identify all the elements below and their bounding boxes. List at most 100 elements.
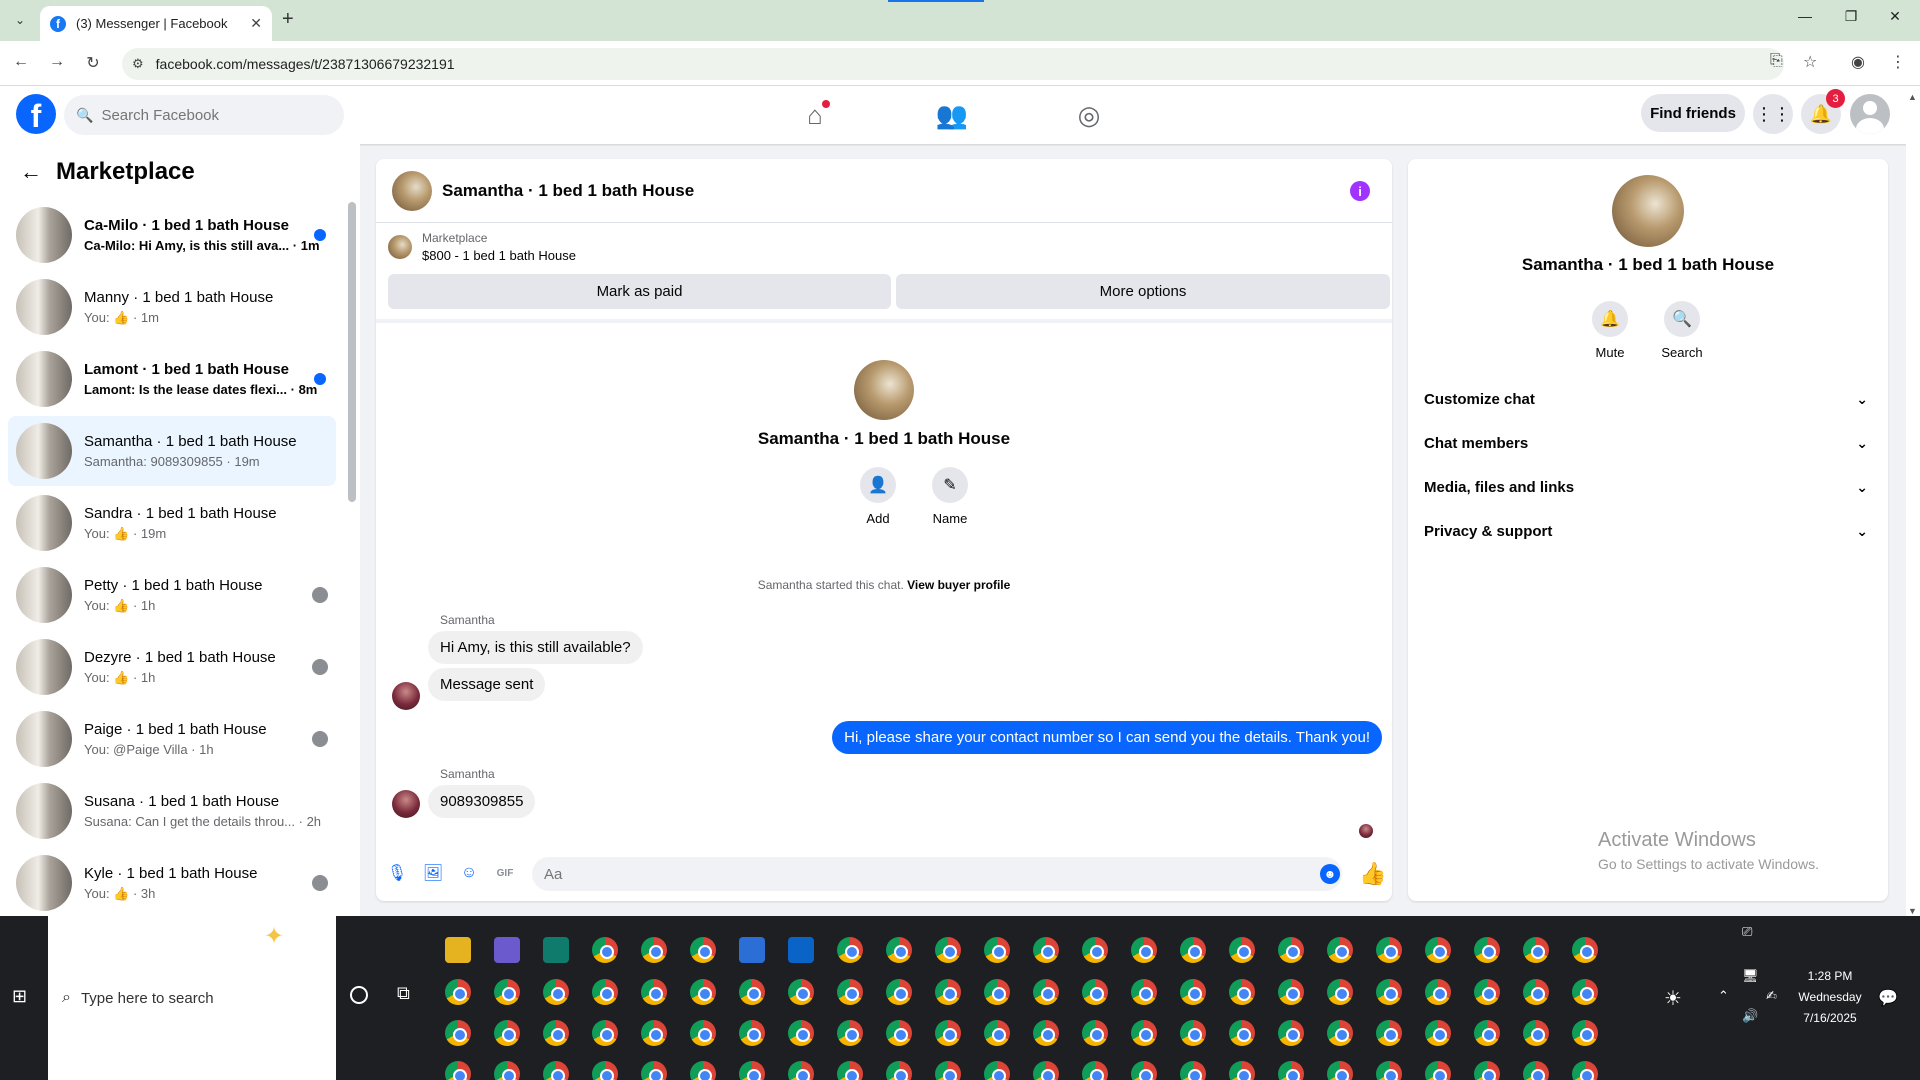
taskbar-app-icon[interactable] — [1131, 1061, 1157, 1080]
back-icon[interactable]: ← — [10, 53, 32, 71]
taskbar-app-icon[interactable] — [1376, 937, 1402, 963]
taskbar-clock[interactable]: 1:28 PM Wednesday 7/16/2025 — [1780, 966, 1880, 1029]
account-avatar[interactable] — [1850, 94, 1890, 134]
chat-header-avatar[interactable] — [392, 170, 432, 211]
conversation-row[interactable]: Susana · 1 bed 1 bath House Susana: Can I… — [8, 776, 336, 846]
taskbar-app-icon[interactable] — [1082, 1061, 1108, 1080]
incoming-message[interactable]: Message sent — [428, 668, 546, 701]
microphone-icon[interactable]: 🎙 — [386, 863, 408, 883]
chat-members-section[interactable]: Chat members ⌄ — [1424, 425, 1868, 461]
close-tab-icon[interactable]: ✕ — [250, 15, 262, 32]
taskbar-app-icon[interactable] — [1082, 937, 1108, 963]
taskbar-app-icon[interactable] — [1425, 979, 1451, 1005]
taskbar-app-icon[interactable] — [739, 1061, 765, 1080]
mute-button[interactable]: 🔔 Mute — [1580, 301, 1640, 360]
task-view-icon[interactable]: ⧉ — [397, 983, 410, 1004]
taskbar-app-icon[interactable] — [1572, 1020, 1598, 1046]
scroll-up-icon[interactable]: ▲ — [1908, 92, 1917, 102]
windows-start-icon[interactable]: ⊞ — [12, 986, 27, 1007]
mark-as-paid-button[interactable]: Mark as paid — [388, 274, 891, 309]
taskbar-app-icon[interactable] — [1229, 1020, 1255, 1046]
conversation-row[interactable]: Ca-Milo · 1 bed 1 bath House Ca-Milo: Hi … — [8, 200, 336, 270]
outgoing-message[interactable]: Hi, please share your contact number so … — [832, 721, 1382, 754]
taskbar-app-icon[interactable] — [1082, 979, 1108, 1005]
taskbar-app-icon[interactable] — [1425, 1061, 1451, 1080]
site-info-icon[interactable]: ⚙ — [132, 56, 144, 72]
sidebar-scrollbar[interactable] — [348, 202, 356, 502]
friends-icon[interactable]: 👥 — [896, 96, 1008, 134]
taskbar-app-icon[interactable] — [690, 1061, 716, 1080]
taskbar-app-icon[interactable] — [592, 1020, 618, 1046]
taskbar-app-icon[interactable] — [788, 937, 814, 963]
taskbar-app-icon[interactable] — [788, 1061, 814, 1080]
conversation-row[interactable]: Dezyre · 1 bed 1 bath House You: 👍 · 1h — [8, 632, 336, 702]
taskbar-app-icon[interactable] — [592, 937, 618, 963]
taskbar-app-icon[interactable] — [1523, 937, 1549, 963]
conversation-row[interactable]: Kyle · 1 bed 1 bath House You: 👍 · 3h — [8, 848, 336, 918]
restore-icon[interactable]: ❐ — [1836, 8, 1866, 25]
taskbar-app-icon[interactable] — [690, 1020, 716, 1046]
taskbar-app-icon[interactable] — [1278, 1061, 1304, 1080]
taskbar-app-icon[interactable] — [1180, 979, 1206, 1005]
info-icon[interactable]: i — [1350, 181, 1370, 201]
taskbar-app-icon[interactable] — [641, 937, 667, 963]
taskbar-app-icon[interactable] — [445, 1061, 471, 1080]
taskbar-app-icon[interactable] — [690, 937, 716, 963]
taskbar-app-icon[interactable] — [886, 1020, 912, 1046]
taskbar-app-icon[interactable] — [739, 979, 765, 1005]
customize-chat-section[interactable]: Customize chat ⌄ — [1424, 381, 1868, 417]
view-buyer-profile-link[interactable]: View buyer profile — [907, 578, 1010, 592]
privacy-support-section[interactable]: Privacy & support ⌄ — [1424, 513, 1868, 549]
taskbar-app-icon[interactable] — [1033, 1020, 1059, 1046]
taskbar-app-icon[interactable] — [1327, 1061, 1353, 1080]
add-people-button[interactable]: 👤 Add — [848, 467, 908, 526]
forward-icon[interactable]: → — [46, 53, 68, 71]
minimize-icon[interactable]: — — [1790, 8, 1820, 24]
taskbar-app-icon[interactable] — [641, 979, 667, 1005]
find-friends-button[interactable]: Find friends — [1641, 94, 1745, 132]
taskbar-app-icon[interactable] — [886, 979, 912, 1005]
taskbar-app-icon[interactable] — [1572, 1061, 1598, 1080]
tab-search-icon[interactable]: ⌄ — [8, 8, 32, 32]
taskbar-app-icon[interactable] — [543, 937, 569, 963]
taskbar-app-icon[interactable] — [788, 979, 814, 1005]
taskbar-app-icon[interactable] — [1131, 979, 1157, 1005]
taskbar-app-icon[interactable] — [1523, 979, 1549, 1005]
taskbar-app-icon[interactable] — [1180, 937, 1206, 963]
taskbar-app-icon[interactable] — [886, 937, 912, 963]
bookmark-star-icon[interactable]: ☆ — [1803, 52, 1817, 72]
taskbar-app-icon[interactable] — [543, 1061, 569, 1080]
incoming-message[interactable]: 9089309855 — [428, 785, 536, 818]
taskbar-app-icon[interactable] — [543, 1020, 569, 1046]
taskbar-app-icon[interactable] — [935, 979, 961, 1005]
taskbar-app-icon[interactable] — [592, 1061, 618, 1080]
taskbar-app-icon[interactable] — [1131, 1020, 1157, 1046]
taskbar-app-icon[interactable] — [1327, 937, 1353, 963]
taskbar-app-icon[interactable] — [445, 979, 471, 1005]
page-scrollbar[interactable]: ▲ ▼ — [1906, 92, 1920, 916]
taskbar-app-icon[interactable] — [1229, 937, 1255, 963]
taskbar-app-icon[interactable] — [1523, 1061, 1549, 1080]
menu-kebab-icon[interactable]: ⋮ — [1890, 52, 1906, 72]
taskbar-app-icon[interactable] — [1131, 937, 1157, 963]
taskbar-app-icon[interactable] — [445, 937, 471, 963]
photo-icon[interactable]: 🖼 — [422, 863, 444, 883]
home-icon[interactable]: ⌂ — [759, 96, 871, 134]
browser-tab-messenger[interactable]: f (3) Messenger | Facebook ✕ — [40, 6, 272, 41]
info-avatar[interactable] — [1612, 175, 1684, 247]
taskbar-app-icon[interactable] — [543, 979, 569, 1005]
network-icon[interactable]: 🖥 — [1742, 968, 1759, 984]
facebook-search-input[interactable] — [101, 106, 302, 124]
more-options-button[interactable]: More options — [896, 274, 1390, 309]
volume-icon[interactable]: 🔊 — [1742, 1008, 1758, 1024]
facebook-search-box[interactable]: 🔍 — [64, 95, 344, 135]
taskbar-app-icon[interactable] — [837, 1061, 863, 1080]
conversation-row[interactable]: Petty · 1 bed 1 bath House You: 👍 · 1h — [8, 560, 336, 630]
taskbar-app-icon[interactable] — [984, 979, 1010, 1005]
taskbar-app-icon[interactable] — [837, 979, 863, 1005]
chat-header-name[interactable]: Samantha · 1 bed 1 bath House — [442, 181, 694, 201]
taskbar-app-icon[interactable] — [1278, 937, 1304, 963]
taskbar-app-icon[interactable] — [984, 1020, 1010, 1046]
taskbar-app-icon[interactable] — [494, 937, 520, 963]
message-input[interactable] — [532, 857, 1342, 891]
